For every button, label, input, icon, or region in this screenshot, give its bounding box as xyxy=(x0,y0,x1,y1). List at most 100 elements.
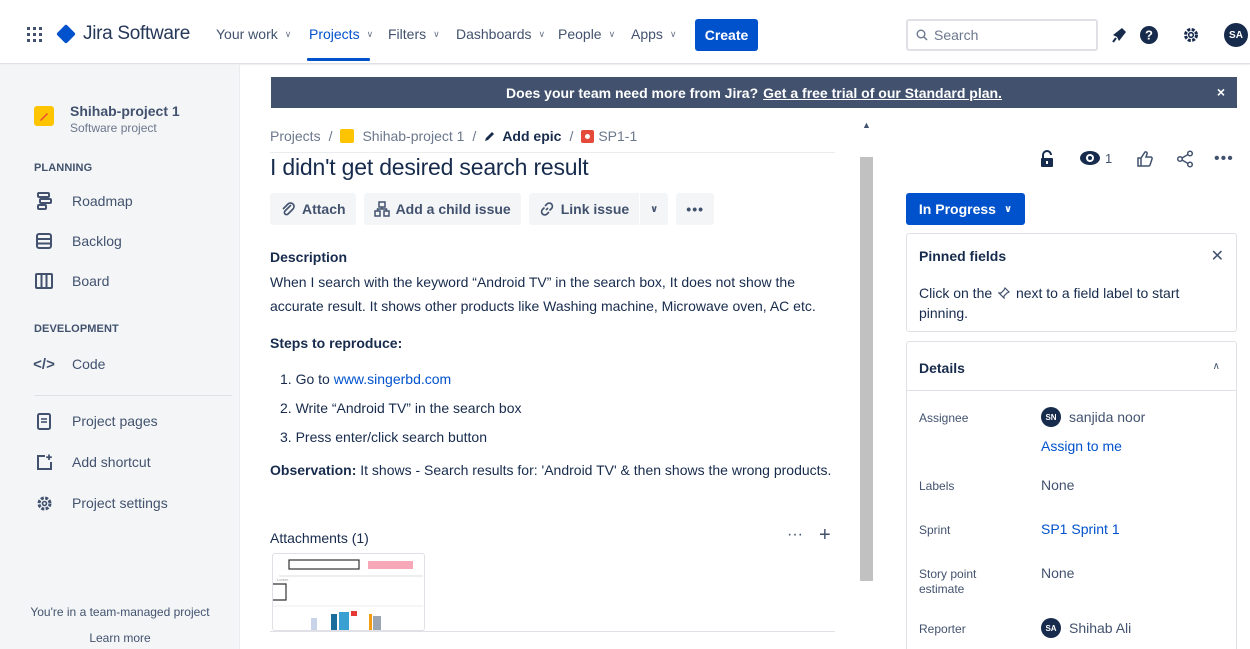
sidebar-divider xyxy=(34,395,232,396)
attachment-thumbnail[interactable]: Lorem xyxy=(272,553,425,631)
steps-list: 1. Go to www.singerbd.com 2. Write “Andr… xyxy=(280,371,521,458)
step-text: 2. Write “Android TV” in the search box xyxy=(280,400,522,416)
link-issue-group: Link issue ∨ xyxy=(528,193,669,225)
scroll-up-arrow-icon[interactable]: ▲ xyxy=(862,120,871,130)
pencil-icon xyxy=(485,132,495,141)
sidebar-item-board[interactable]: Board xyxy=(34,271,109,291)
assign-to-me-link[interactable]: Assign to me xyxy=(1041,438,1122,454)
details-panel: Details ∧ Assignee SN sanjida noor Assig… xyxy=(906,341,1237,649)
svg-text:?: ? xyxy=(1145,28,1153,43)
sidebar-item-roadmap[interactable]: Roadmap xyxy=(34,191,133,211)
code-icon: </> xyxy=(33,355,55,373)
sidebar-item-code[interactable]: </> Code xyxy=(33,354,105,374)
labels-label: Labels xyxy=(919,479,955,493)
chevron-down-icon: ∨ xyxy=(608,28,616,39)
more-icon[interactable]: ••• xyxy=(1214,150,1234,168)
jira-diamond-icon xyxy=(56,24,76,44)
eye-icon xyxy=(1080,151,1100,165)
more-actions-button[interactable]: ••• xyxy=(676,193,715,225)
lock-icon[interactable] xyxy=(1040,150,1054,168)
issue-key[interactable]: SP1-1 xyxy=(598,128,637,144)
nav-apps[interactable]: Apps ∨ xyxy=(631,26,677,42)
nav-label: People xyxy=(558,26,602,42)
attach-button[interactable]: Attach xyxy=(270,193,356,225)
sidebar-item-label: Project settings xyxy=(72,495,168,511)
nav-projects[interactable]: Projects ∨ xyxy=(309,26,373,42)
banner-trial-link[interactable]: Get a free trial of our Standard plan. xyxy=(763,85,1002,101)
attach-label: Attach xyxy=(302,201,346,217)
steps-label: Steps to reproduce: xyxy=(270,335,403,351)
attachments-label: Attachments (1) xyxy=(270,530,369,546)
avatar: SN xyxy=(1041,407,1061,427)
nav-label: Apps xyxy=(631,26,663,42)
link-issue-button[interactable]: Link issue xyxy=(528,193,640,225)
divider xyxy=(907,390,1236,391)
like-icon[interactable] xyxy=(1136,150,1154,168)
share-icon[interactable] xyxy=(1176,150,1194,168)
assignee-label: Assignee xyxy=(919,411,969,425)
observation-label: Observation: xyxy=(270,462,357,478)
assignee-field[interactable]: SN sanjida noor xyxy=(1041,407,1145,427)
active-nav-indicator xyxy=(307,58,370,61)
team-managed-note: You're in a team-managed project xyxy=(30,605,210,619)
user-avatar[interactable]: SA xyxy=(1224,23,1248,47)
nav-people[interactable]: People ∨ xyxy=(558,26,615,42)
chevron-up-icon[interactable]: ∧ xyxy=(1213,361,1220,372)
pinned-hint-start: Click on the xyxy=(919,285,993,301)
description-text[interactable]: When I search with the keyword “Android … xyxy=(270,270,830,318)
story-points-label: Story point estimate xyxy=(919,567,977,596)
search-input[interactable]: Search xyxy=(906,19,1098,51)
add-icon[interactable]: + xyxy=(819,525,831,545)
child-issue-icon xyxy=(373,201,390,217)
more-icon[interactable]: ··· xyxy=(787,526,803,544)
jira-logo[interactable]: Jira Software xyxy=(56,23,190,44)
project-avatar-icon xyxy=(34,106,54,126)
project-header[interactable]: Shihab-project 1 Software project xyxy=(34,102,180,136)
search-icon xyxy=(916,29,928,41)
notifications-icon[interactable] xyxy=(1108,24,1130,46)
nav-label: Dashboards xyxy=(456,26,532,42)
status-dropdown[interactable]: In Progress ∨ xyxy=(906,193,1025,225)
help-icon[interactable]: ? xyxy=(1138,24,1160,46)
settings-gear-icon[interactable] xyxy=(1180,24,1202,46)
singerbd-link[interactable]: www.singerbd.com xyxy=(334,371,452,387)
sidebar-item-project-settings[interactable]: Project settings xyxy=(34,493,168,513)
nav-filters[interactable]: Filters ∨ xyxy=(388,26,440,42)
reporter-field[interactable]: SA Shihab Ali xyxy=(1041,618,1131,638)
nav-your-work[interactable]: Your work ∨ xyxy=(216,26,291,42)
pin-icon xyxy=(997,286,1011,300)
issue-toolbar: Attach Add a child issue Link issue ∨ ••… xyxy=(270,193,715,225)
story-points-field[interactable]: None xyxy=(1041,565,1074,581)
svg-text:Lorem: Lorem xyxy=(277,577,289,582)
scrollbar-thumb[interactable] xyxy=(860,157,873,581)
project-name: Shihab-project 1 xyxy=(70,103,180,119)
add-shortcut-icon xyxy=(34,452,54,472)
close-icon[interactable]: ✕ xyxy=(1211,246,1224,266)
list-item: 2. Write “Android TV” in the search box xyxy=(280,400,521,429)
link-issue-dropdown[interactable]: ∨ xyxy=(640,193,669,225)
add-child-issue-button[interactable]: Add a child issue xyxy=(363,193,521,225)
chevron-down-icon: ∨ xyxy=(538,28,546,39)
close-icon[interactable]: × xyxy=(1217,84,1225,100)
issue-title[interactable]: I didn't get desired search result xyxy=(270,154,589,181)
project-avatar-icon xyxy=(340,129,355,143)
sprint-label: Sprint xyxy=(919,523,951,537)
learn-more-link[interactable]: Learn more xyxy=(0,631,240,645)
create-button[interactable]: Create xyxy=(695,19,758,51)
labels-field[interactable]: None xyxy=(1041,477,1074,493)
watch-button[interactable]: 1 xyxy=(1079,150,1112,166)
add-epic-button[interactable]: Add epic xyxy=(484,128,561,144)
sidebar-item-backlog[interactable]: Backlog xyxy=(34,231,122,251)
reporter-label: Reporter xyxy=(919,622,966,636)
details-title[interactable]: Details xyxy=(919,360,965,376)
breadcrumb-projects[interactable]: Projects xyxy=(270,128,321,144)
sprint-field[interactable]: SP1 Sprint 1 xyxy=(1041,521,1120,537)
sidebar-item-project-pages[interactable]: Project pages xyxy=(34,411,158,431)
nav-dashboards[interactable]: Dashboards ∨ xyxy=(456,26,545,42)
list-item: 3. Press enter/click search button xyxy=(280,429,521,458)
breadcrumb-project[interactable]: Shihab-project 1 xyxy=(362,128,464,144)
watch-count: 1 xyxy=(1105,150,1113,166)
app-switcher-icon[interactable] xyxy=(27,27,42,42)
sidebar-item-add-shortcut[interactable]: Add shortcut xyxy=(34,452,151,472)
pinned-fields-hint: Click on the next to a field label to st… xyxy=(919,283,1189,323)
